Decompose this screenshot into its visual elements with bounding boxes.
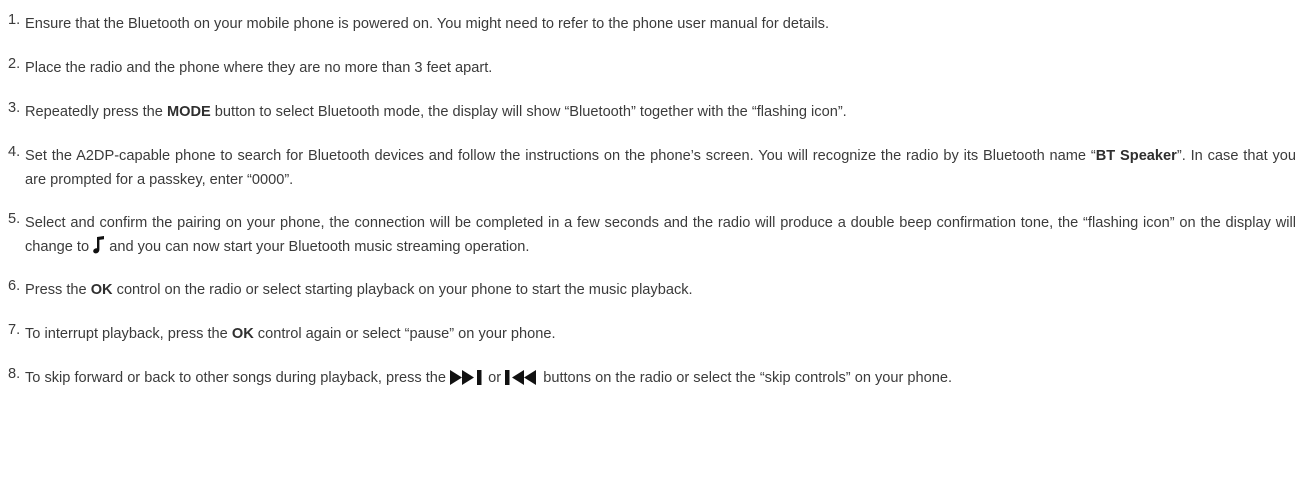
spacer [8,192,1296,211]
step-text-after: button to select Bluetooth mode, the dis… [210,104,847,120]
ok-control-label: OK [231,326,254,342]
step-text-before: To skip forward or back to other songs d… [25,370,451,386]
list-item-step-2: 2. Place the radio and the phone where t… [8,56,1296,80]
spacer [8,259,1296,278]
step-number: 1. [8,12,21,28]
step-text-before: Press the [25,282,91,298]
step-number: 6. [8,278,21,294]
list-item-step-8: 8. To skip forward or back to other song… [8,366,1296,390]
mode-button-label: MODE [166,104,211,120]
step-text-before: Set the A2DP-capable phone to search for… [25,148,1096,164]
step-number: 3. [8,100,21,116]
ok-control-label: OK [90,282,113,298]
spacer [8,124,1296,144]
spacer [8,346,1296,366]
list-item-step-4: 4. Set the A2DP-capable phone to search … [8,144,1296,192]
list-item-step-3: 3. Repeatedly press the MODE button to s… [8,100,1296,124]
step-text-after: and you can now start your Bluetooth mus… [105,239,530,255]
step-text: To skip forward or back to other songs d… [25,366,1296,390]
skip-back-icon [505,370,539,385]
step-number: 8. [8,366,21,382]
step-text-after: control again or select “pause” on your … [253,326,556,342]
list-item-step-1: 1. Ensure that the Bluetooth on your mob… [8,12,1296,36]
step-text: Repeatedly press the MODE button to sele… [25,100,1296,124]
list-item-step-6: 6. Press the OK control on the radio or … [8,278,1296,302]
list-item-step-7: 7. To interrupt playback, press the OK c… [8,322,1296,346]
step-text: Press the OK control on the radio or sel… [25,278,1296,302]
step-text: Place the radio and the phone where they… [25,56,1296,80]
steps-list: 1. Ensure that the Bluetooth on your mob… [8,12,1296,390]
step-text: Ensure that the Bluetooth on your mobile… [25,12,1296,36]
step-text-after: buttons on the radio or select the “skip… [539,370,953,386]
step-text: To interrupt playback, press the OK cont… [25,322,1296,346]
spacer [8,302,1296,322]
instruction-document: 1. Ensure that the Bluetooth on your mob… [0,0,1306,487]
step-text-before: Repeatedly press the [25,104,167,120]
skip-forward-icon [450,370,484,385]
step-text-middle: or [484,370,506,386]
step-number: 7. [8,322,21,338]
step-number: 2. [8,56,21,72]
step-text-content: Ensure that the Bluetooth on your mobile… [25,16,829,32]
list-item-step-5: 5. Select and confirm the pairing on you… [8,211,1296,259]
step-text: Set the A2DP-capable phone to search for… [25,144,1296,192]
step-text-before: To interrupt playback, press the [25,326,232,342]
bluetooth-name: BT Speaker [1095,148,1177,164]
spacer [8,80,1296,100]
step-text: Select and confirm the pairing on your p… [25,211,1296,259]
step-number: 5. [8,211,21,227]
spacer [8,36,1296,56]
step-text-after: control on the radio or select starting … [112,282,693,298]
music-note-icon [93,236,105,254]
step-number: 4. [8,144,21,160]
step-text-content: Place the radio and the phone where they… [25,60,493,76]
